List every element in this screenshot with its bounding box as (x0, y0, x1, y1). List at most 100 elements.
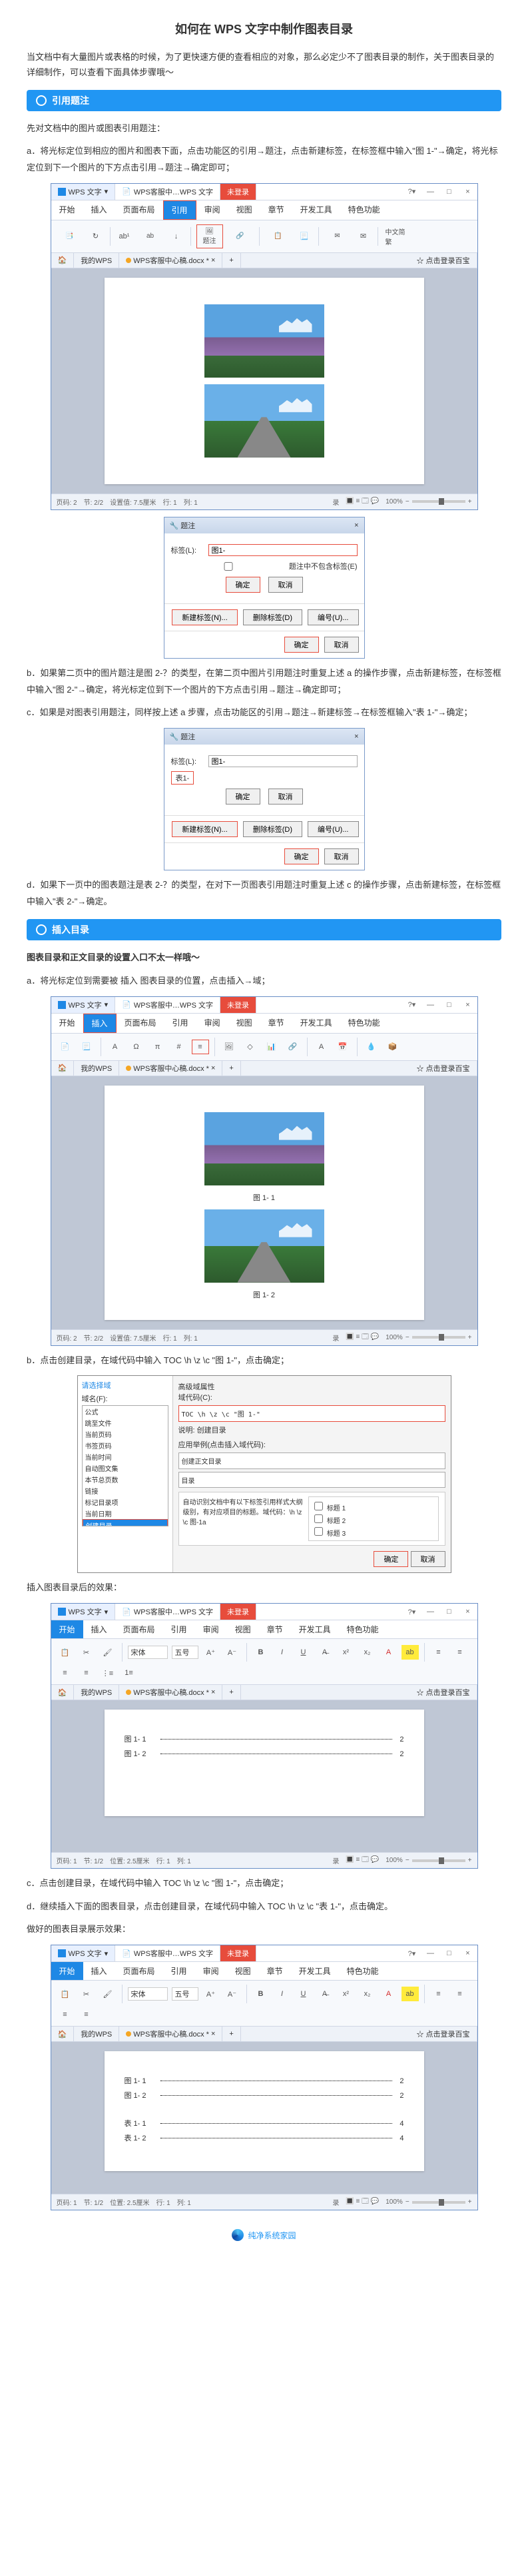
wordart-btn[interactable]: A (313, 1040, 330, 1054)
cancel-button-2[interactable]: 取消 (324, 637, 359, 653)
list-item[interactable]: 跳至文件 (83, 1417, 168, 1429)
translate-button[interactable]: 中文简繁 (384, 224, 410, 248)
toc-button[interactable]: 📑 (57, 224, 83, 248)
cancel-button-3[interactable]: 取消 (268, 789, 303, 805)
shape-btn[interactable]: ◇ (242, 1040, 259, 1054)
mark-entry[interactable]: 📋 (265, 224, 292, 248)
footnote-btn[interactable]: ab¹ (116, 229, 133, 244)
page-btn[interactable]: 📃 (78, 1040, 95, 1054)
crossref-button[interactable]: 🔗 (227, 224, 254, 248)
app-tab-doc[interactable]: 📄WPS客服中…WPS 文字 (115, 184, 220, 200)
new-label-button-2[interactable]: 新建标签(N)... (172, 821, 237, 837)
list-item[interactable]: 当前时间 (83, 1451, 168, 1462)
m2-ref[interactable]: 引用 (164, 1014, 196, 1033)
menu-view[interactable]: 视图 (228, 200, 260, 220)
m2-layout[interactable]: 页面布局 (117, 1014, 164, 1033)
endnote-btn[interactable]: ab (137, 224, 164, 248)
win-help[interactable]: ?▾ (403, 184, 421, 199)
menu-special[interactable]: 特色功能 (340, 200, 388, 220)
dlg2-close-icon[interactable]: × (354, 733, 358, 741)
m2-start[interactable]: 开始 (51, 1014, 83, 1033)
update-toc[interactable]: ↻ (87, 229, 105, 244)
fc-cancel[interactable]: 取消 (411, 1551, 445, 1567)
color-btn[interactable]: A (380, 1645, 397, 1660)
win-max[interactable]: □ (440, 184, 459, 199)
paste-btn[interactable]: 📋 (57, 1645, 74, 1660)
m2-special[interactable]: 特色功能 (340, 1014, 388, 1033)
del-label-button-2[interactable]: 删除标签(D) (243, 821, 302, 837)
numbering-button-2[interactable]: 编号(U)... (308, 821, 358, 837)
status-record[interactable]: 录 (332, 497, 339, 507)
chart-btn[interactable]: 📊 (263, 1040, 280, 1054)
app2-tab-doc[interactable]: 📄WPS客服中…WPS 文字 (115, 997, 220, 1013)
label-input-2[interactable] (208, 755, 358, 767)
numbering-button[interactable]: 编号(U)... (308, 609, 358, 625)
font-select[interactable]: 宋体 (128, 1646, 168, 1659)
doc-btn[interactable]: 📄 (57, 1040, 74, 1054)
symbol-btn[interactable]: Ω (128, 1040, 145, 1054)
m2-dev[interactable]: 开发工具 (292, 1014, 340, 1033)
win-min[interactable]: — (421, 184, 440, 199)
date-btn[interactable]: 📅 (334, 1040, 352, 1054)
fc-ok[interactable]: 确定 (374, 1551, 408, 1567)
cancel-button-4[interactable]: 取消 (324, 848, 359, 864)
text-btn[interactable]: A (107, 1040, 124, 1054)
size-select[interactable]: 五号 (172, 1646, 198, 1659)
list-item[interactable]: 当前页码 (83, 1429, 168, 1440)
chk-h1[interactable] (314, 1502, 323, 1510)
doctab-skin[interactable]: 我的WPS (74, 253, 119, 268)
m2-insert[interactable]: 插入 (83, 1014, 117, 1033)
app2-tab-main[interactable]: WPS 文字▾ (51, 997, 116, 1013)
app2-tab-login[interactable]: 未登录 (220, 997, 256, 1013)
list-item[interactable]: 本节总页数 (83, 1474, 168, 1485)
insert-index[interactable]: 📃 (296, 229, 313, 244)
menu-dev[interactable]: 开发工具 (292, 200, 340, 220)
menu-layout[interactable]: 页面布局 (115, 200, 163, 220)
new-label-button[interactable]: 新建标签(N)... (172, 609, 237, 625)
list-item[interactable]: 当前日期 (83, 1508, 168, 1519)
num-btn[interactable]: # (170, 1040, 188, 1054)
m2-review[interactable]: 审阅 (196, 1014, 228, 1033)
m3-start[interactable]: 开始 (51, 1620, 83, 1638)
list-item[interactable]: 书签页码 (83, 1440, 168, 1451)
eq-btn[interactable]: π (149, 1040, 166, 1054)
doctab-home[interactable]: 🏠 (51, 253, 75, 268)
win-close[interactable]: × (459, 184, 477, 199)
cut-btn[interactable]: ✂ (78, 1645, 95, 1660)
bold-btn[interactable]: B (252, 1645, 270, 1660)
menu-insert[interactable]: 插入 (83, 200, 115, 220)
fc-sample[interactable]: 创建正文目录 (178, 1452, 445, 1469)
app-tab-main[interactable]: WPS 文字▾ (51, 184, 116, 200)
caption-button[interactable]: 🖼题注 (196, 224, 223, 248)
fc-sample2[interactable]: 目录 (178, 1472, 445, 1488)
ok-button-4[interactable]: 确定 (284, 848, 319, 864)
cancel-button[interactable]: 取消 (268, 577, 303, 593)
envelope[interactable]: ✉ (355, 229, 372, 244)
menu-ref[interactable]: 引用 (163, 200, 196, 220)
menu-start[interactable]: 开始 (51, 200, 83, 220)
chk-h3[interactable] (314, 1527, 323, 1536)
img-btn[interactable]: 🖼 (220, 1040, 238, 1054)
italic-btn[interactable]: I (274, 1645, 291, 1660)
field-list[interactable]: 公式 跳至文件 当前页码 书签页码 当前时间 自动图文集 本节总页数 链接 标记… (82, 1405, 168, 1526)
obj-btn[interactable]: 📦 (384, 1040, 401, 1054)
next-note[interactable]: ↓ (168, 229, 185, 244)
doctab-login[interactable]: ☆ 点击登录百宝 (409, 253, 477, 268)
format-painter[interactable]: 🖌 (99, 1645, 117, 1660)
del-label-button[interactable]: 删除标签(D) (243, 609, 302, 625)
chk-h2[interactable] (314, 1514, 323, 1523)
menu-section[interactable]: 章节 (260, 200, 292, 220)
label-input[interactable] (208, 544, 358, 556)
list-item[interactable]: 自动图文集 (83, 1462, 168, 1474)
ok-button-3[interactable]: 确定 (226, 789, 260, 805)
highlight-btn[interactable]: ab (401, 1645, 419, 1660)
watermark-btn[interactable]: 💧 (363, 1040, 380, 1054)
ok-button[interactable]: 确定 (226, 577, 260, 593)
m2-section[interactable]: 章节 (260, 1014, 292, 1033)
field-button[interactable]: ≡ (192, 1040, 209, 1054)
app-tab-login[interactable]: 未登录 (220, 184, 256, 200)
list-item-selected[interactable]: 创建目录 (83, 1519, 168, 1526)
doctab-add[interactable]: + (222, 253, 240, 268)
mail-button[interactable]: ✉ (324, 224, 351, 248)
dlg-close-icon[interactable]: × (354, 521, 358, 529)
